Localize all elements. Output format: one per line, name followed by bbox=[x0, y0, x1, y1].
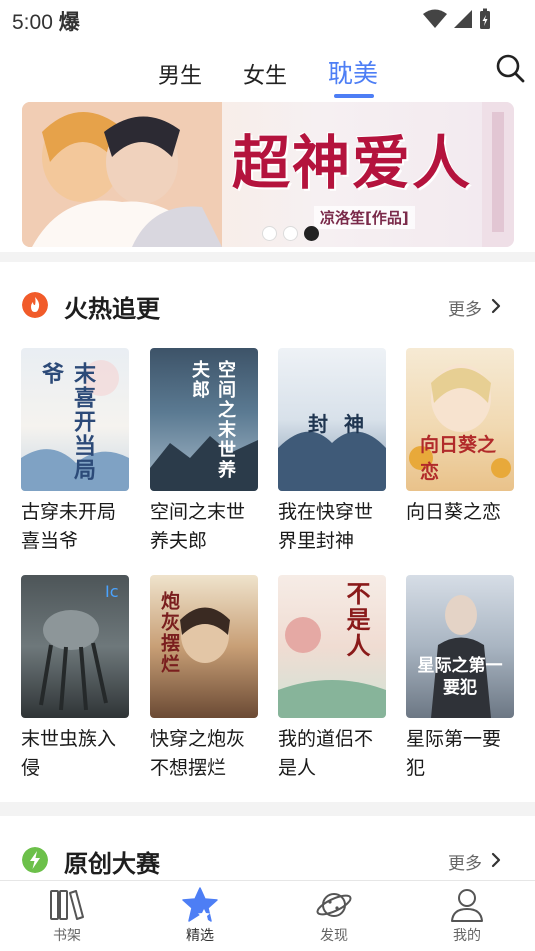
book-cover[interactable]: 空间之末世养夫郎 bbox=[150, 348, 258, 491]
book-title[interactable]: 古穿未开局喜当爷 bbox=[21, 498, 133, 556]
banner-dot-active[interactable] bbox=[304, 226, 319, 241]
star-icon bbox=[182, 887, 218, 922]
tab-female[interactable]: 女生 bbox=[243, 58, 287, 90]
battery-icon bbox=[480, 8, 490, 29]
book-title[interactable]: 我的道侣不是人 bbox=[278, 725, 390, 783]
nav-profile[interactable]: 我的 bbox=[437, 887, 497, 945]
banner-title: 超神爱人 bbox=[232, 129, 473, 197]
search-icon[interactable] bbox=[494, 52, 526, 84]
signal-icon bbox=[454, 10, 472, 28]
svg-text:Ic: Ic bbox=[105, 582, 119, 601]
profile-icon bbox=[451, 889, 483, 922]
chevron-right-icon[interactable] bbox=[490, 298, 502, 314]
active-tab-indicator bbox=[334, 94, 374, 98]
wifi-icon bbox=[423, 9, 447, 28]
lightning-icon bbox=[22, 847, 48, 873]
tab-male[interactable]: 男生 bbox=[158, 58, 202, 90]
book-title[interactable]: 向日葵之恋 bbox=[406, 498, 518, 527]
notification-icon: 爆 bbox=[58, 10, 80, 34]
book-cover[interactable]: 向日葵之恋 bbox=[406, 348, 514, 491]
banner-pagination bbox=[262, 226, 319, 241]
book-title[interactable]: 我在快穿世界里封神 bbox=[278, 498, 390, 556]
book-title[interactable]: 快穿之炮灰不想摆烂 bbox=[150, 725, 262, 783]
banner-dot[interactable] bbox=[262, 226, 277, 241]
nav-label: 我的 bbox=[453, 928, 481, 944]
cover-title: 向日葵之恋 bbox=[420, 434, 497, 483]
nav-label: 书架 bbox=[53, 928, 81, 944]
banner-slide[interactable]: 超神爱人 凉洛笙[作品] bbox=[22, 102, 514, 247]
nav-discover[interactable]: 发现 bbox=[304, 887, 364, 945]
more-link[interactable]: 更多 bbox=[448, 295, 482, 320]
nav-label: 发现 bbox=[320, 928, 348, 944]
planet-icon bbox=[316, 893, 352, 917]
book-title[interactable]: 星际第一要犯 bbox=[406, 725, 518, 783]
book-cover[interactable]: 不是人 bbox=[278, 575, 386, 718]
cover-title: 炮灰摆烂 bbox=[158, 591, 180, 675]
cover-title: 星际之第一要犯 bbox=[417, 656, 503, 698]
section-hot-updates: 火热追更 更多 末喜开当局爷 古穿未开局喜当爷 空间之末世养夫郎 空间之末世养夫… bbox=[0, 262, 535, 802]
status-bar: 5:00 爆 bbox=[0, 0, 535, 38]
nav-featured[interactable]: 精选 bbox=[170, 887, 230, 945]
chevron-right-icon[interactable] bbox=[490, 852, 502, 868]
tab-danmei[interactable]: 耽美 bbox=[328, 54, 378, 90]
bookshelf-icon bbox=[50, 890, 84, 920]
cover-title: 末喜开当局爷 bbox=[38, 362, 96, 482]
cover-art: Ic bbox=[39, 582, 119, 711]
cover-title: 空间之末世养夫郎 bbox=[189, 360, 236, 480]
flame-icon bbox=[22, 292, 48, 318]
book-title[interactable]: 末世虫族入侵 bbox=[21, 725, 133, 783]
book-cover[interactable]: 炮灰摆烂 bbox=[150, 575, 258, 718]
book-cover[interactable]: Ic bbox=[21, 575, 129, 718]
category-tabs: 男生 女生 耽美 bbox=[0, 38, 535, 102]
cover-title: 封神 bbox=[308, 412, 380, 436]
book-cover[interactable]: 末喜开当局爷 bbox=[21, 348, 129, 491]
section-title: 火热追更 bbox=[64, 295, 160, 323]
cover-title: 不是人 bbox=[342, 581, 371, 659]
banner-carousel: 超神爱人 凉洛笙[作品] bbox=[0, 102, 535, 252]
book-cover[interactable]: 星际之第一要犯 bbox=[406, 575, 514, 718]
status-time: 5:00 爆 bbox=[12, 10, 80, 34]
book-title[interactable]: 空间之末世养夫郎 bbox=[150, 498, 262, 556]
more-link[interactable]: 更多 bbox=[448, 849, 482, 874]
book-cover[interactable]: 封神 bbox=[278, 348, 386, 491]
banner-author: 凉洛笙[作品] bbox=[314, 206, 415, 229]
nav-label: 精选 bbox=[186, 928, 214, 944]
section-title: 原创大赛 bbox=[64, 850, 160, 878]
status-icons bbox=[423, 8, 491, 30]
nav-bookshelf[interactable]: 书架 bbox=[37, 887, 97, 945]
section-original-contest: 原创大赛 更多 bbox=[0, 816, 535, 880]
banner-dot[interactable] bbox=[283, 226, 298, 241]
bottom-navigation: 书架 精选 发现 我的 bbox=[0, 880, 535, 951]
